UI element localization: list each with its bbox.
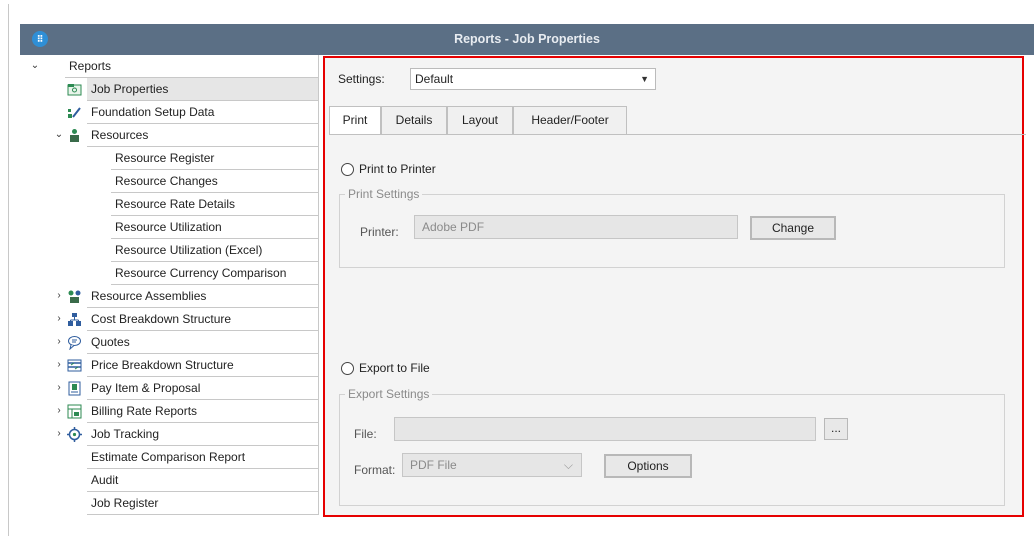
cost-breakdown-icon bbox=[68, 313, 81, 326]
quotes-icon bbox=[68, 336, 81, 350]
tree-root-label: Reports bbox=[65, 55, 319, 78]
tree-item-resources[interactable]: ⌄ Resources bbox=[25, 124, 319, 147]
tree-item-label: Foundation Setup Data bbox=[87, 101, 319, 124]
format-dropdown[interactable]: PDF File ⌵ bbox=[402, 453, 582, 477]
export-settings-title: Export Settings bbox=[345, 387, 433, 401]
settings-dropdown[interactable]: Default ▼ bbox=[410, 68, 656, 90]
tab-layout[interactable]: Layout bbox=[447, 106, 513, 134]
options-button[interactable]: Options bbox=[604, 454, 692, 478]
properties-panel: Settings: Default ▼ Print Details Layout… bbox=[323, 56, 1026, 517]
report-tree: ⌄ Reports Job Properties Foundation Setu… bbox=[25, 55, 319, 521]
tab-print[interactable]: Print bbox=[329, 106, 381, 135]
tree-item-job-properties[interactable]: Job Properties bbox=[25, 78, 319, 101]
tree-item-resource-register[interactable]: Resource Register bbox=[25, 147, 319, 170]
tree-item-label: Job Register bbox=[87, 492, 319, 515]
chevron-right-icon[interactable]: › bbox=[53, 423, 65, 446]
foundation-setup-icon bbox=[68, 107, 81, 118]
browse-button[interactable]: ... bbox=[824, 418, 848, 440]
tree-item-label: Resource Rate Details bbox=[111, 193, 319, 216]
tree-item-label: Price Breakdown Structure bbox=[87, 354, 319, 377]
tree-item-resource-rate-details[interactable]: Resource Rate Details bbox=[25, 193, 319, 216]
chevron-right-icon[interactable]: › bbox=[53, 308, 65, 331]
tree-item-job-tracking[interactable]: › Job Tracking bbox=[25, 423, 319, 446]
change-button[interactable]: Change bbox=[750, 216, 836, 240]
tree-item-resource-changes[interactable]: Resource Changes bbox=[25, 170, 319, 193]
tree-item-label: Estimate Comparison Report bbox=[87, 446, 319, 469]
tree-item-label: Job Tracking bbox=[87, 423, 319, 446]
tree-item-billing-rate-reports[interactable]: › Billing Rate Reports bbox=[25, 400, 319, 423]
format-value: PDF File bbox=[410, 458, 457, 472]
tree-item-resource-utilization[interactable]: Resource Utilization bbox=[25, 216, 319, 239]
tree-item-label: Pay Item & Proposal bbox=[87, 377, 319, 400]
resource-assemblies-icon bbox=[68, 290, 81, 303]
tree-item-label: Resource Utilization (Excel) bbox=[111, 239, 319, 262]
format-label: Format: bbox=[354, 463, 396, 477]
printer-label: Printer: bbox=[360, 225, 399, 239]
chevron-right-icon[interactable]: › bbox=[53, 400, 65, 423]
tree-item-audit[interactable]: Audit bbox=[25, 469, 319, 492]
tree-item-label: Billing Rate Reports bbox=[87, 400, 319, 423]
file-label: File: bbox=[354, 427, 377, 441]
tree-item-label: Resource Register bbox=[111, 147, 319, 170]
job-tracking-icon bbox=[67, 427, 82, 442]
tree-item-price-breakdown-structure[interactable]: › Price Breakdown Structure bbox=[25, 354, 319, 377]
tree-item-label: Resource Currency Comparison bbox=[111, 262, 319, 285]
tree-item-resource-currency-comparison[interactable]: Resource Currency Comparison bbox=[25, 262, 319, 285]
resources-icon bbox=[70, 129, 79, 142]
print-settings-group: Print Settings Printer: Adobe PDF Change bbox=[339, 187, 1005, 268]
chevron-right-icon[interactable]: › bbox=[53, 377, 65, 400]
tree-item-label: Quotes bbox=[87, 331, 319, 354]
tree-item-label: Resource Assemblies bbox=[87, 285, 319, 308]
chevron-down-icon: ⌵ bbox=[563, 458, 573, 472]
tree-item-estimate-comparison-report[interactable]: Estimate Comparison Report bbox=[25, 446, 319, 469]
tab-header-footer[interactable]: Header/Footer bbox=[513, 106, 627, 134]
print-settings-title: Print Settings bbox=[345, 187, 423, 201]
chevron-down-icon[interactable]: ⌄ bbox=[29, 55, 41, 78]
tree-item-label: Cost Breakdown Structure bbox=[87, 308, 319, 331]
settings-value: Default bbox=[415, 72, 454, 86]
tree-item-label: Audit bbox=[87, 469, 319, 492]
chevron-right-icon[interactable]: › bbox=[53, 331, 65, 354]
billing-rate-icon bbox=[67, 404, 82, 419]
file-path-input[interactable] bbox=[394, 417, 816, 441]
tree-item-label: Resources bbox=[87, 124, 319, 147]
tree-root[interactable]: ⌄ Reports bbox=[25, 55, 319, 78]
print-to-printer-radio[interactable] bbox=[341, 163, 354, 176]
tree-item-foundation-setup-data[interactable]: Foundation Setup Data bbox=[25, 101, 319, 124]
print-to-printer-label: Print to Printer bbox=[359, 162, 436, 176]
printer-field: Adobe PDF bbox=[414, 215, 738, 239]
tree-item-job-register[interactable]: Job Register bbox=[25, 492, 319, 515]
pay-item-icon bbox=[68, 381, 81, 396]
export-to-file-radio[interactable] bbox=[341, 362, 354, 375]
settings-label: Settings: bbox=[338, 72, 385, 86]
tree-item-label: Resource Changes bbox=[111, 170, 319, 193]
tree-item-resource-utilization-excel[interactable]: Resource Utilization (Excel) bbox=[25, 239, 319, 262]
tree-item-label: Resource Utilization bbox=[111, 216, 319, 239]
tree-item-cost-breakdown-structure[interactable]: › Cost Breakdown Structure bbox=[25, 308, 319, 331]
chevron-right-icon[interactable]: › bbox=[53, 285, 65, 308]
price-breakdown-icon bbox=[67, 359, 82, 372]
dropdown-arrow-icon[interactable]: ▼ bbox=[640, 69, 649, 89]
tree-item-pay-item-proposal[interactable]: › Pay Item & Proposal bbox=[25, 377, 319, 400]
job-properties-icon bbox=[67, 84, 82, 96]
tab-details[interactable]: Details bbox=[381, 106, 447, 134]
window-title: Reports - Job Properties bbox=[454, 32, 600, 46]
export-to-file-label: Export to File bbox=[359, 361, 430, 375]
chevron-down-icon[interactable]: ⌄ bbox=[53, 124, 65, 147]
tab-divider bbox=[329, 134, 1026, 135]
export-settings-group: Export Settings File: ... Format: PDF Fi… bbox=[339, 387, 1005, 506]
chevron-right-icon[interactable]: › bbox=[53, 354, 65, 377]
tree-item-quotes[interactable]: › Quotes bbox=[25, 331, 319, 354]
tree-item-label: Job Properties bbox=[87, 78, 319, 101]
tree-item-resource-assemblies[interactable]: › Resource Assemblies bbox=[25, 285, 319, 308]
title-bar: ⠿ Reports - Job Properties bbox=[20, 24, 1034, 55]
